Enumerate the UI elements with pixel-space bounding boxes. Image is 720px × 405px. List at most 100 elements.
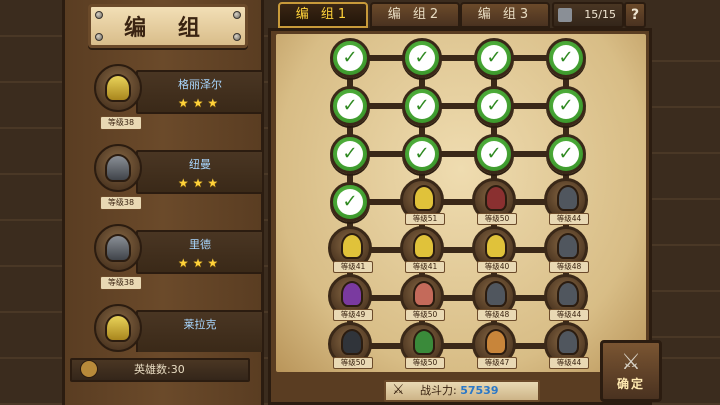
checkmark-icon: ✓ bbox=[337, 141, 363, 167]
unit-level: 等级50 bbox=[477, 213, 517, 225]
unit-slot[interactable]: 等级48 bbox=[472, 274, 517, 321]
hero-list[interactable]: 格丽泽尔 ★★★ 等级38 纽曼 ★★★ 等级38 里德 ★★★ 等级38 莱拉… bbox=[66, 56, 262, 352]
empty-slot[interactable]: ✓ bbox=[330, 86, 370, 126]
unit-level: 等级49 bbox=[333, 309, 373, 321]
unit-slot[interactable]: 等级41 bbox=[400, 226, 445, 273]
empty-slot[interactable]: ✓ bbox=[402, 38, 442, 78]
hero-plate: 莱拉克 bbox=[136, 310, 262, 352]
unit-slot[interactable]: 等级47 bbox=[472, 322, 517, 369]
grid-line bbox=[350, 247, 566, 253]
hero-plate: 纽曼 ★★★ bbox=[136, 150, 262, 194]
checkmark-icon: ✓ bbox=[409, 45, 435, 71]
unit-portrait-icon bbox=[341, 281, 363, 307]
hero-stars: ★★★ bbox=[177, 176, 223, 190]
unit-slot[interactable]: 等级41 bbox=[328, 226, 373, 273]
help-button[interactable]: ? bbox=[624, 2, 646, 28]
checkmark-icon: ✓ bbox=[409, 141, 435, 167]
unit-level: 等级40 bbox=[477, 261, 517, 273]
empty-slot[interactable]: ✓ bbox=[330, 134, 370, 174]
unit-portrait-icon bbox=[485, 233, 507, 259]
unit-portrait-icon bbox=[341, 233, 363, 259]
unit-level: 等级41 bbox=[333, 261, 373, 273]
unit-slot[interactable]: 等级50 bbox=[400, 274, 445, 321]
unit-slot[interactable]: 等级51 bbox=[400, 178, 445, 225]
grid-line bbox=[350, 343, 566, 349]
unit-portrait-icon bbox=[485, 329, 507, 355]
checkmark-icon: ✓ bbox=[337, 189, 363, 215]
empty-slot[interactable]: ✓ bbox=[330, 38, 370, 78]
empty-slot[interactable]: ✓ bbox=[546, 86, 586, 126]
title-plaque: 编 组 bbox=[88, 4, 248, 48]
unit-level: 等级48 bbox=[477, 309, 517, 321]
checkmark-icon: ✓ bbox=[553, 93, 579, 119]
unit-portrait-icon bbox=[341, 329, 363, 355]
empty-slot[interactable]: ✓ bbox=[474, 86, 514, 126]
grid-line bbox=[350, 199, 566, 205]
hero-icon bbox=[80, 360, 98, 378]
unit-level: 等级50 bbox=[405, 357, 445, 369]
hero-card[interactable]: 格丽泽尔 ★★★ 等级38 bbox=[66, 56, 262, 130]
empty-slot[interactable]: ✓ bbox=[402, 86, 442, 126]
dark-armored-knight-icon bbox=[94, 224, 142, 272]
dark-armored-knight-icon bbox=[94, 144, 142, 192]
unit-slot[interactable]: 等级40 bbox=[472, 226, 517, 273]
empty-slot[interactable]: ✓ bbox=[546, 38, 586, 78]
crossed-swords-icon: ⚔ bbox=[621, 350, 641, 375]
unit-slot[interactable]: 等级44 bbox=[544, 274, 589, 321]
unit-level: 等级48 bbox=[549, 261, 589, 273]
hero-card[interactable]: 莱拉克 bbox=[66, 296, 262, 352]
unit-slot[interactable]: 等级44 bbox=[544, 178, 589, 225]
hero-card[interactable]: 里德 ★★★ 等级38 bbox=[66, 216, 262, 290]
unit-slot[interactable]: 等级49 bbox=[328, 274, 373, 321]
empty-slot[interactable]: ✓ bbox=[546, 134, 586, 174]
bolt-icon bbox=[233, 11, 241, 19]
crossed-swords-icon: ⚔ bbox=[392, 382, 405, 398]
hero-plate: 里德 ★★★ bbox=[136, 230, 262, 274]
unit-portrait-icon bbox=[557, 185, 579, 211]
tab-team-1[interactable]: 编 组1 bbox=[278, 2, 368, 28]
checkmark-icon: ✓ bbox=[481, 93, 507, 119]
hero-card[interactable]: 纽曼 ★★★ 等级38 bbox=[66, 136, 262, 210]
checkmark-icon: ✓ bbox=[553, 45, 579, 71]
unit-portrait-icon bbox=[413, 329, 435, 355]
bolt-icon bbox=[233, 33, 241, 41]
golden-helmet-knight-icon bbox=[94, 304, 142, 352]
unit-portrait-icon bbox=[413, 281, 435, 307]
hero-level: 等级38 bbox=[100, 276, 142, 290]
helmet-icon bbox=[558, 8, 572, 22]
page-title: 编 组 bbox=[124, 16, 212, 41]
unit-slot[interactable]: 等级50 bbox=[472, 178, 517, 225]
unit-slot[interactable]: 等级50 bbox=[400, 322, 445, 369]
battle-power-value: 57539 bbox=[460, 384, 499, 397]
game-screen: 编 组 格丽泽尔 ★★★ 等级38 纽曼 ★★★ 等级38 里德 ★★★ 等级3… bbox=[0, 0, 720, 405]
unit-level: 等级50 bbox=[405, 309, 445, 321]
unit-slot[interactable]: 等级44 bbox=[544, 322, 589, 369]
hero-capacity: 15/15 bbox=[552, 2, 624, 28]
unit-level: 等级41 bbox=[405, 261, 445, 273]
unit-portrait-icon bbox=[557, 329, 579, 355]
hero-stars: ★★★ bbox=[177, 256, 223, 270]
hero-level: 等级38 bbox=[100, 196, 142, 210]
unit-level: 等级47 bbox=[477, 357, 517, 369]
wood-wall bbox=[652, 28, 720, 338]
grid-line bbox=[350, 295, 566, 301]
checkmark-icon: ✓ bbox=[409, 93, 435, 119]
confirm-button[interactable]: ⚔ 确定 bbox=[600, 340, 662, 402]
tab-team-3[interactable]: 编 组3 bbox=[460, 2, 550, 28]
unit-level: 等级51 bbox=[405, 213, 445, 225]
empty-slot[interactable]: ✓ bbox=[330, 182, 370, 222]
confirm-label: 确定 bbox=[616, 377, 645, 391]
tab-team-2[interactable]: 编 组2 bbox=[370, 2, 460, 28]
battle-power: 战斗力: 57539 bbox=[384, 380, 540, 402]
bolt-icon bbox=[95, 11, 103, 19]
unit-level: 等级44 bbox=[549, 213, 589, 225]
unit-slot[interactable]: 等级50 bbox=[328, 322, 373, 369]
hero-stars: ★★★ bbox=[177, 96, 223, 110]
hero-name: 里德 bbox=[189, 238, 211, 251]
empty-slot[interactable]: ✓ bbox=[402, 134, 442, 174]
unit-slot[interactable]: 等级48 bbox=[544, 226, 589, 273]
hero-level: 等级38 bbox=[100, 116, 142, 130]
grid-line bbox=[350, 55, 566, 61]
empty-slot[interactable]: ✓ bbox=[474, 134, 514, 174]
empty-slot[interactable]: ✓ bbox=[474, 38, 514, 78]
